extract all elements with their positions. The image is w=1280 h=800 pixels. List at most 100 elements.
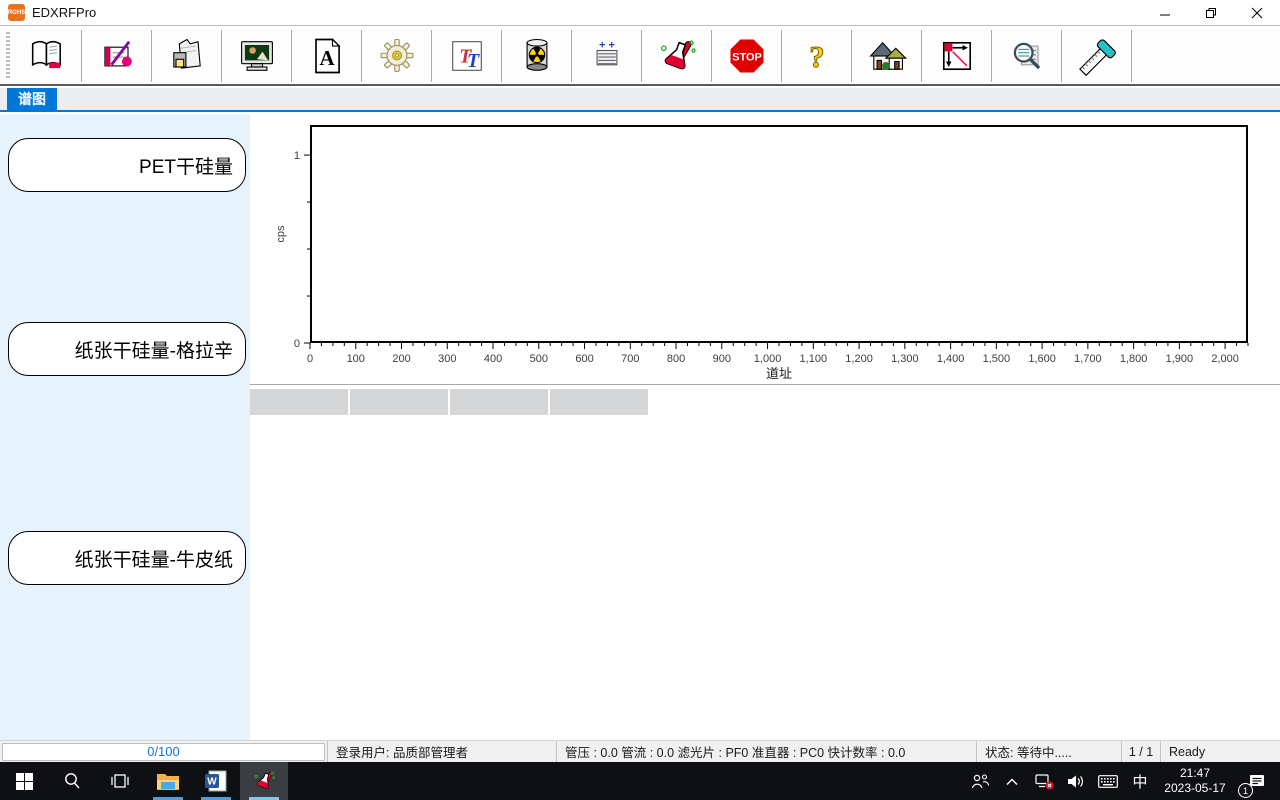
sample-button-kraft[interactable]: 纸张干硅量-牛皮纸	[8, 531, 246, 585]
edxrf-app-button[interactable]	[240, 762, 288, 800]
font-tt-button[interactable]: T T	[432, 30, 502, 82]
stop-button[interactable]: STOP	[712, 30, 782, 82]
svg-text:700: 700	[621, 353, 639, 365]
svg-text:1,100: 1,100	[800, 353, 828, 365]
volume-button[interactable]	[1060, 762, 1092, 800]
status-login-user: 登录用户: 品质部管理者	[328, 741, 557, 762]
tray-overflow-button[interactable]	[996, 762, 1028, 800]
network-button[interactable]	[1028, 762, 1060, 800]
task-view-button[interactable]	[96, 762, 144, 800]
scale-button[interactable]	[922, 30, 992, 82]
read-book-icon	[25, 34, 69, 78]
svg-text:1,300: 1,300	[891, 353, 919, 365]
taskbar-search-button[interactable]	[48, 762, 96, 800]
table-header-cell[interactable]	[350, 389, 448, 415]
chevron-up-icon	[1005, 777, 1019, 786]
help-button[interactable]: ?	[782, 30, 852, 82]
ruler-icon	[1075, 34, 1119, 78]
status-ready: Ready	[1161, 741, 1280, 762]
windows-taskbar: W	[0, 762, 1280, 800]
magnifier-document-icon	[1005, 34, 1049, 78]
zoom-preview-button[interactable]	[992, 30, 1062, 82]
svg-text:1: 1	[294, 150, 300, 162]
file-explorer-button[interactable]	[144, 762, 192, 800]
svg-text:?: ?	[809, 40, 824, 74]
result-table-header	[250, 389, 1280, 416]
people-button[interactable]	[964, 762, 996, 800]
people-icon	[971, 773, 990, 790]
document-a-icon: A	[305, 34, 349, 78]
svg-text:800: 800	[667, 353, 685, 365]
status-instrument: 管压 : 0.0 管流 : 0.0 滤光片 : PF0 准直器 : PC0 快计…	[557, 741, 977, 762]
sample-button-pet[interactable]: PET干硅量	[8, 138, 246, 192]
network-disconnected-icon	[1035, 773, 1054, 790]
scale-window-icon	[935, 34, 979, 78]
taskbar-clock[interactable]: 21:47 2023-05-17	[1156, 762, 1234, 800]
spectrum-chart-svg: 01002003004005006007008009001,0001,1001,…	[250, 114, 1280, 385]
toolbar-gripper[interactable]	[6, 32, 10, 80]
svg-text:1,200: 1,200	[845, 353, 873, 365]
table-header-cell[interactable]	[450, 389, 548, 415]
edit-measure-button[interactable]	[82, 30, 152, 82]
flask-icon	[655, 34, 699, 78]
svg-text:0: 0	[294, 338, 300, 350]
close-button[interactable]	[1234, 0, 1280, 26]
tab-spectrum[interactable]: 谱图	[7, 88, 57, 110]
restore-button[interactable]	[1188, 0, 1234, 26]
word-icon: W	[205, 770, 227, 792]
radiation-canister-icon	[515, 34, 559, 78]
truetype-icon: T T	[445, 34, 489, 78]
counter-list-icon: + +	[585, 34, 629, 78]
minimize-button[interactable]	[1142, 0, 1188, 26]
status-page-indicator: 1 / 1	[1122, 741, 1161, 762]
settings-button[interactable]	[362, 30, 432, 82]
status-bar: 0/100 登录用户: 品质部管理者 管压 : 0.0 管流 : 0.0 滤光片…	[0, 740, 1280, 762]
table-header-cell[interactable]	[250, 389, 348, 415]
keyboard-icon	[1098, 775, 1118, 788]
sidebar: PET干硅量 纸张干硅量-格拉辛 纸张干硅量-牛皮纸	[0, 114, 250, 740]
svg-text:300: 300	[438, 353, 456, 365]
status-state: 状态: 等待中.....	[977, 741, 1122, 762]
clock-date: 2023-05-17	[1164, 781, 1225, 796]
word-app-button[interactable]: W	[192, 762, 240, 800]
notification-badge: 1	[1238, 783, 1253, 798]
font-document-button[interactable]: A	[292, 30, 362, 82]
window-title: EDXRFPro	[32, 5, 96, 20]
counter-button[interactable]: + +	[572, 30, 642, 82]
svg-text:STOP: STOP	[732, 51, 762, 63]
svg-text:cps: cps	[275, 225, 287, 243]
home-icon	[865, 34, 909, 78]
svg-text:+ +: + +	[599, 39, 615, 51]
minimize-icon	[1159, 7, 1171, 19]
start-button[interactable]	[0, 762, 48, 800]
gear-icon	[375, 34, 419, 78]
action-center-button[interactable]: 1	[1234, 762, 1280, 800]
svg-text:500: 500	[530, 353, 548, 365]
svg-text:1,500: 1,500	[983, 353, 1011, 365]
system-tray: 中 21:47 2023-05-17 1	[964, 762, 1280, 800]
display-settings-button[interactable]	[222, 30, 292, 82]
open-folder-icon	[165, 34, 209, 78]
edxrf-flask-icon	[251, 768, 277, 794]
table-header-cell[interactable]	[550, 389, 648, 415]
home-button[interactable]	[852, 30, 922, 82]
ime-indicator[interactable]: 中	[1124, 762, 1156, 800]
spectrum-chart[interactable]: 01002003004005006007008009001,0001,1001,…	[250, 114, 1280, 385]
stop-sign-icon: STOP	[725, 34, 769, 78]
analysis-button[interactable]	[642, 30, 712, 82]
application-window: ROHS EDXRFPro	[0, 0, 1280, 800]
toolbar: A T	[0, 27, 1280, 86]
svg-text:1,700: 1,700	[1074, 353, 1102, 365]
open-file-button[interactable]	[152, 30, 222, 82]
touch-keyboard-button[interactable]	[1092, 762, 1124, 800]
progress-text: 0/100	[2, 743, 325, 761]
sample-button-glassine[interactable]: 纸张干硅量-格拉辛	[8, 322, 246, 376]
svg-text:1,800: 1,800	[1120, 353, 1148, 365]
svg-text:1,000: 1,000	[754, 353, 782, 365]
read-data-button[interactable]	[12, 30, 82, 82]
measure-ruler-button[interactable]	[1062, 30, 1132, 82]
svg-text:W: W	[207, 777, 217, 788]
svg-text:2,000: 2,000	[1211, 353, 1239, 365]
svg-text:900: 900	[713, 353, 731, 365]
xray-source-button[interactable]	[502, 30, 572, 82]
